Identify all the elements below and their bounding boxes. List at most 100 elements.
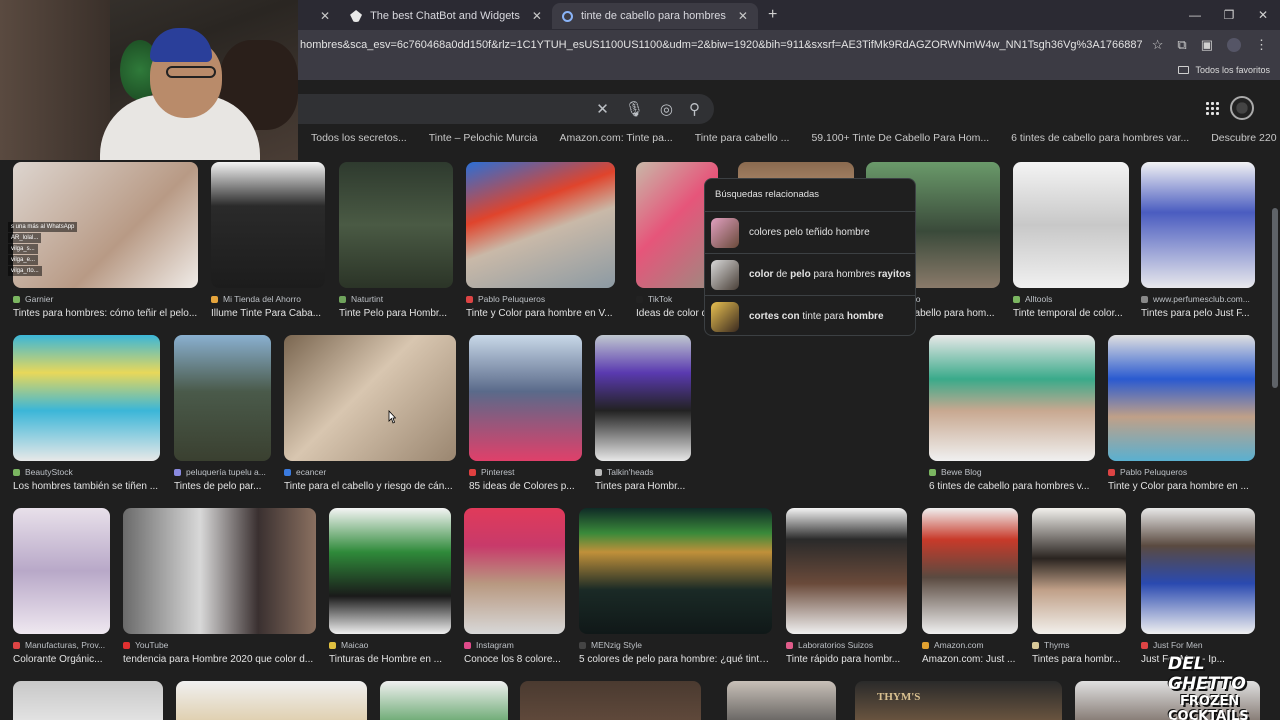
result-title[interactable]: 85 ideas de Colores p... xyxy=(469,481,582,492)
image-result-card[interactable]: www.perfumesclub.com... Tintes para pelo … xyxy=(1141,162,1255,319)
result-thumbnail[interactable] xyxy=(579,508,772,634)
search-icon[interactable]: ⚲ xyxy=(689,100,700,118)
result-thumbnail[interactable] xyxy=(1141,162,1255,288)
image-result-card[interactable] xyxy=(520,681,701,720)
close-tab-icon[interactable]: ✕ xyxy=(320,9,330,23)
page-scrollbar[interactable] xyxy=(1270,158,1280,720)
image-result-card[interactable]: Pablo Peluqueros Tinte y Color para hombr… xyxy=(1108,335,1255,492)
result-title[interactable]: Tintes para pelo Just F... xyxy=(1141,308,1255,319)
image-result-card[interactable] xyxy=(380,681,508,720)
close-tab-icon[interactable]: ✕ xyxy=(738,9,748,23)
result-source[interactable]: Manufacturas, Prov... xyxy=(13,640,110,650)
result-title[interactable]: Tinte para el cabello y riesgo de cán... xyxy=(284,481,456,492)
result-source[interactable]: Maicao xyxy=(329,640,451,650)
chip[interactable]: Todos los secretos... xyxy=(311,132,407,144)
result-source[interactable]: Pinterest xyxy=(469,467,582,477)
chip[interactable]: Tinte – Pelochic Murcia xyxy=(429,132,538,144)
result-title[interactable]: Tinte Pelo para Hombr... xyxy=(339,308,453,319)
result-thumbnail[interactable] xyxy=(464,508,565,634)
account-avatar[interactable] xyxy=(1230,96,1254,120)
result-source[interactable]: peluquería tupelu a... xyxy=(174,467,271,477)
result-source[interactable]: Garnier xyxy=(13,294,198,304)
image-result-card[interactable]: MENzig Style 5 colores de pelo para hombr… xyxy=(579,508,772,665)
related-search-item[interactable]: cortes con tinte para hombre xyxy=(705,295,915,337)
result-title[interactable]: Tintes para Hombr... xyxy=(595,481,691,492)
new-tab-button[interactable]: + xyxy=(768,6,777,24)
image-result-card[interactable]: Talkin'heads Tintes para Hombr... xyxy=(595,335,691,492)
result-title[interactable]: Tintes para hombr... xyxy=(1032,654,1126,665)
result-source[interactable]: Pablo Peluqueros xyxy=(466,294,615,304)
result-source[interactable]: Pablo Peluqueros xyxy=(1108,467,1255,477)
side-panel-icon[interactable]: ▣ xyxy=(1201,37,1213,53)
result-thumbnail[interactable] xyxy=(786,508,907,634)
result-title[interactable]: Conoce los 8 colore... xyxy=(464,654,565,665)
result-thumbnail[interactable] xyxy=(1032,508,1126,634)
result-source[interactable]: Talkin'heads xyxy=(595,467,691,477)
image-result-card[interactable]: ecancer Tinte para el cabello y riesgo de… xyxy=(284,335,456,492)
menu-icon[interactable]: ⋮ xyxy=(1255,37,1268,53)
extensions-icon[interactable]: ⧉ xyxy=(1177,37,1186,53)
tab-google-search[interactable]: tinte de cabello para hombres ✕ xyxy=(551,3,758,29)
search-box[interactable]: ✕ 🎙︎ ◎ ⚲ xyxy=(298,94,714,124)
result-title[interactable]: Tintes para hombres: cómo teñir el pelo.… xyxy=(13,308,198,319)
result-thumbnail[interactable] xyxy=(595,335,691,461)
result-thumbnail[interactable] xyxy=(284,335,456,461)
result-thumbnail[interactable] xyxy=(922,508,1018,634)
result-thumbnail[interactable]: THYM'S xyxy=(855,681,1062,720)
tab-partial[interactable]: ✕ xyxy=(298,3,340,29)
result-source[interactable]: Instagram xyxy=(464,640,565,650)
image-result-card[interactable]: BeautyStock Los hombres también se tiñen … xyxy=(13,335,160,492)
microphone-icon[interactable]: 🎙︎ xyxy=(625,100,644,118)
result-thumbnail[interactable] xyxy=(520,681,701,720)
image-result-card[interactable]: Manufacturas, Prov... Colorante Orgánic..… xyxy=(13,508,110,665)
scrollbar-thumb[interactable] xyxy=(1272,208,1278,388)
result-title[interactable]: Tintes de pelo par... xyxy=(174,481,271,492)
result-source[interactable]: MENzig Style xyxy=(579,640,772,650)
close-tab-icon[interactable]: ✕ xyxy=(532,9,542,23)
image-result-card[interactable]: THYM'S xyxy=(855,681,1062,720)
tab-chatbot[interactable]: The best ChatBot and Widgets ✕ xyxy=(340,3,552,29)
result-title[interactable]: Amazon.com: Just ... xyxy=(922,654,1018,665)
result-title[interactable]: Los hombres también se tiñen ... xyxy=(13,481,160,492)
bookmark-star-icon[interactable]: ☆ xyxy=(1152,37,1164,53)
image-result-card[interactable]: Instagram Conoce los 8 colore... xyxy=(464,508,565,665)
result-thumbnail[interactable] xyxy=(123,508,316,634)
result-title[interactable]: tendencia para Hombre 2020 que color d..… xyxy=(123,654,316,665)
chip[interactable]: 59.100+ Tinte De Cabello Para Hom... xyxy=(811,132,989,144)
result-thumbnail[interactable] xyxy=(174,335,271,461)
result-title[interactable]: Tinte rápido para hombr... xyxy=(786,654,907,665)
result-thumbnail[interactable] xyxy=(1013,162,1129,288)
result-thumbnail[interactable] xyxy=(1108,335,1255,461)
result-title[interactable]: Tinturas de Hombre en ... xyxy=(329,654,451,665)
all-bookmarks-link[interactable]: Todos los favoritos xyxy=(1195,65,1270,75)
image-result-card[interactable]: Amazon.com Amazon.com: Just ... xyxy=(922,508,1018,665)
chip[interactable]: Amazon.com: Tinte pa... xyxy=(559,132,672,144)
result-thumbnail[interactable] xyxy=(13,335,160,461)
image-result-card[interactable]: Just For Men Just For Men - Ip... xyxy=(1141,508,1255,665)
result-source[interactable]: Naturtint xyxy=(339,294,453,304)
result-source[interactable]: www.perfumesclub.com... xyxy=(1141,294,1255,304)
result-title[interactable]: 5 colores de pelo para hombre: ¿qué tint… xyxy=(579,654,772,665)
result-thumbnail[interactable] xyxy=(176,681,367,720)
image-result-card[interactable]: peluquería tupelu a... Tintes de pelo par… xyxy=(174,335,271,492)
image-result-card[interactable]: Thyms Tintes para hombr... xyxy=(1032,508,1126,665)
chip[interactable]: 6 tintes de cabello para hombres var... xyxy=(1011,132,1189,144)
url-field[interactable]: hombres&sca_esv=6c760468a0dd150f&rlz=1C1… xyxy=(298,39,1142,51)
google-apps-icon[interactable] xyxy=(1206,102,1220,116)
profile-avatar[interactable] xyxy=(1227,38,1241,52)
image-result-card[interactable]: Pinterest 85 ideas de Colores p... xyxy=(469,335,582,492)
result-title[interactable]: Tinte y Color para hombre en V... xyxy=(466,308,615,319)
result-thumbnail[interactable] xyxy=(727,681,836,720)
result-thumbnail[interactable] xyxy=(339,162,453,288)
image-result-card[interactable]: Bewe Blog 6 tintes de cabello para hombre… xyxy=(929,335,1095,492)
result-thumbnail[interactable] xyxy=(929,335,1095,461)
result-thumbnail[interactable] xyxy=(211,162,325,288)
result-source[interactable]: Alltools xyxy=(1013,294,1129,304)
restore-icon[interactable]: ❐ xyxy=(1212,8,1246,22)
image-result-card[interactable]: YouTube tendencia para Hombre 2020 que co… xyxy=(123,508,316,665)
result-source[interactable]: BeautyStock xyxy=(13,467,160,477)
result-source[interactable]: YouTube xyxy=(123,640,316,650)
image-result-card[interactable] xyxy=(176,681,367,720)
result-title[interactable]: Illume Tinte Para Caba... xyxy=(211,308,325,319)
lens-icon[interactable]: ◎ xyxy=(660,100,673,118)
